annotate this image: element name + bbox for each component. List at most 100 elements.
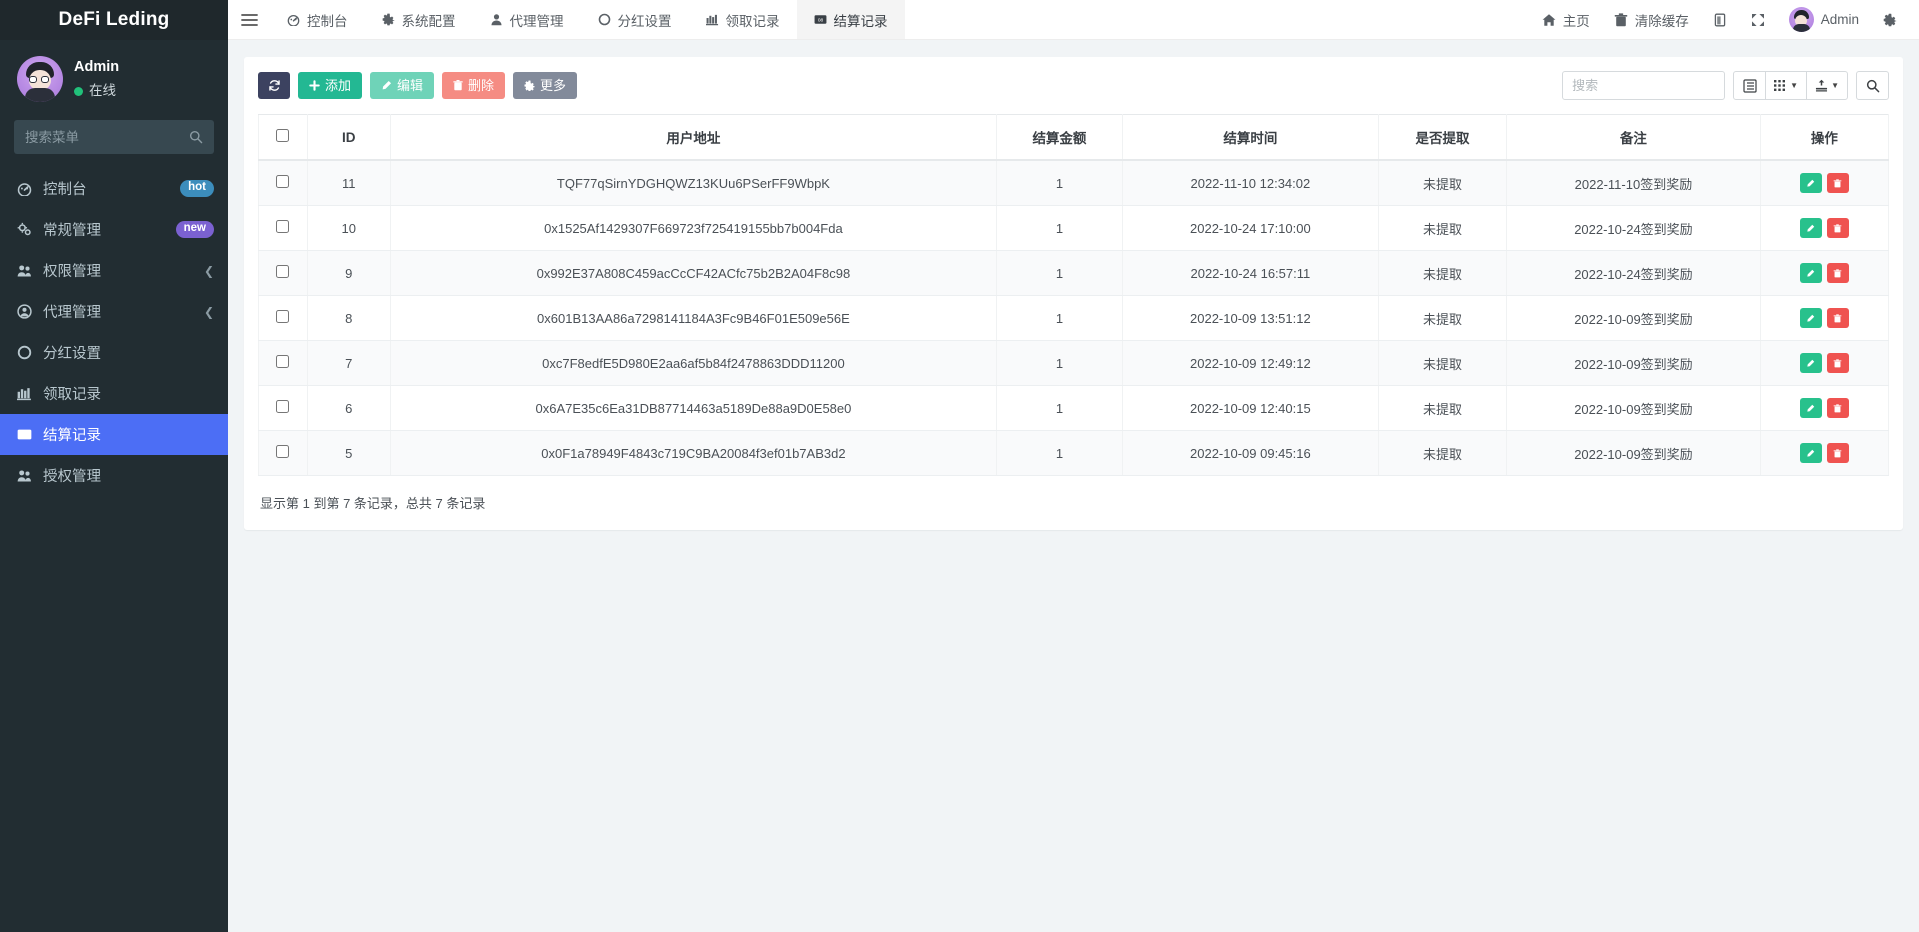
row-checkbox[interactable] (276, 220, 289, 233)
trash-icon (1833, 404, 1842, 413)
sidebar-item-label: 代理管理 (43, 301, 193, 322)
tab-1[interactable]: 控制台 (270, 0, 365, 39)
row-checkbox[interactable] (276, 400, 289, 413)
table-search-input[interactable] (1562, 71, 1725, 100)
row-delete-button[interactable] (1827, 173, 1849, 193)
row-time: 2022-10-09 13:51:12 (1122, 296, 1378, 341)
header-id[interactable]: ID (307, 115, 390, 161)
navbar-action-2[interactable]: 清除缓存 (1602, 0, 1701, 40)
row-checkbox[interactable] (276, 175, 289, 188)
tab-4[interactable]: 分红设置 (581, 0, 689, 39)
sidebar-item-label: 常规管理 (43, 219, 165, 240)
list-view-button[interactable] (1733, 71, 1766, 100)
row-delete-button[interactable] (1827, 218, 1849, 238)
more-button[interactable]: 更多 (513, 72, 577, 99)
row-delete-button[interactable] (1827, 263, 1849, 283)
table-row[interactable]: 70xc7F8edfE5D980E2aa6af5b84f2478863DDD11… (259, 341, 1889, 386)
row-actions-cell (1760, 160, 1888, 206)
brand-title: DeFi Leding (0, 0, 228, 40)
row-address: 0x0F1a78949F4843c719C9BA20084f3ef01b7AB3… (390, 431, 996, 476)
search-icon[interactable] (189, 130, 203, 144)
sidebar-item-3[interactable]: 权限管理❮ (0, 250, 228, 291)
row-delete-button[interactable] (1827, 443, 1849, 463)
header-note[interactable]: 备注 (1507, 115, 1761, 161)
row-edit-button[interactable] (1800, 443, 1822, 463)
header-time[interactable]: 结算时间 (1122, 115, 1378, 161)
row-delete-button[interactable] (1827, 398, 1849, 418)
navbar-action-6[interactable] (1871, 0, 1909, 40)
tab-2[interactable]: 系统配置 (365, 0, 473, 39)
tab-5[interactable]: 领取记录 (689, 0, 797, 39)
row-checkbox[interactable] (276, 355, 289, 368)
row-amount: 1 (997, 386, 1123, 431)
plus-icon (309, 80, 320, 91)
row-time: 2022-10-09 09:45:16 (1122, 431, 1378, 476)
sidebar-item-8[interactable]: 授权管理 (0, 455, 228, 496)
refresh-button[interactable] (258, 72, 290, 99)
tab-label: 领取记录 (726, 10, 780, 30)
row-select-cell (259, 341, 308, 386)
column-toggle-button[interactable]: ▼ (1765, 71, 1807, 100)
tab-3[interactable]: 代理管理 (473, 0, 581, 39)
tab-label: 结算记录 (834, 10, 888, 30)
row-time: 2022-10-09 12:40:15 (1122, 386, 1378, 431)
row-edit-button[interactable] (1800, 353, 1822, 373)
online-dot-icon (74, 87, 83, 96)
row-note: 2022-10-09签到奖励 (1507, 341, 1761, 386)
row-delete-button[interactable] (1827, 353, 1849, 373)
add-button[interactable]: 添加 (298, 72, 362, 99)
row-checkbox[interactable] (276, 445, 289, 458)
sidebar-item-5[interactable]: 分红设置 (0, 332, 228, 373)
header-address[interactable]: 用户地址 (390, 115, 996, 161)
navbar-action-5[interactable]: Admin (1777, 0, 1871, 40)
edit-button[interactable]: 编辑 (370, 72, 434, 99)
table-row[interactable]: 90x992E37A808C459acCcCF42ACfc75b2B2A04F8… (259, 251, 1889, 296)
search-button[interactable] (1856, 71, 1889, 100)
row-edit-button[interactable] (1800, 263, 1822, 283)
edit-icon (1806, 224, 1815, 233)
sidebar-item-4[interactable]: 代理管理❮ (0, 291, 228, 332)
sidebar-search-box[interactable] (14, 120, 214, 154)
table-row[interactable]: 100x1525Af1429307F669723f725419155bb7b00… (259, 206, 1889, 251)
row-checkbox[interactable] (276, 310, 289, 323)
sidebar-item-2[interactable]: 常规管理 new (0, 209, 228, 250)
header-drawn[interactable]: 是否提取 (1378, 115, 1506, 161)
tab-label: 分红设置 (618, 10, 672, 30)
navbar-action-3[interactable] (1701, 0, 1739, 40)
select-all-checkbox[interactable] (276, 129, 289, 142)
table-toolbar: 添加 编辑 删除 (258, 71, 1889, 100)
table-row[interactable]: 60x6A7E35c6Ea31DB87714463a5189De88a9D0E5… (259, 386, 1889, 431)
navbar-action-1[interactable]: 主页 (1530, 0, 1602, 40)
sidebar-toggle-button[interactable] (228, 0, 270, 39)
row-delete-button[interactable] (1827, 308, 1849, 328)
row-time: 2022-10-09 12:49:12 (1122, 341, 1378, 386)
records-table: ID 用户地址 结算金额 结算时间 是否提取 备注 操作 11TQF77qSir… (258, 114, 1889, 476)
tab-6[interactable]: 08结算记录 (797, 0, 905, 39)
navbar-action-4[interactable] (1739, 0, 1777, 40)
sidebar-item-1[interactable]: 控制台hot (0, 168, 228, 209)
row-edit-button[interactable] (1800, 398, 1822, 418)
avatar-icon (1789, 7, 1814, 32)
row-checkbox[interactable] (276, 265, 289, 278)
row-edit-button[interactable] (1800, 308, 1822, 328)
user-circle-icon (17, 304, 32, 319)
edit-icon (1806, 179, 1815, 188)
sidebar-badge-new: new (176, 221, 214, 238)
sidebar-item-6[interactable]: 领取记录 (0, 373, 228, 414)
row-select-cell (259, 206, 308, 251)
row-drawn: 未提取 (1378, 431, 1506, 476)
table-row[interactable]: 50x0F1a78949F4843c719C9BA20084f3ef01b7AB… (259, 431, 1889, 476)
table-row[interactable]: 11TQF77qSirnYDGHQWZ13KUu6PSerFF9WbpK1202… (259, 160, 1889, 206)
row-edit-button[interactable] (1800, 173, 1822, 193)
header-amount[interactable]: 结算金额 (997, 115, 1123, 161)
row-amount: 1 (997, 431, 1123, 476)
table-row[interactable]: 80x601B13AA86a7298141184A3Fc9B46F01E509e… (259, 296, 1889, 341)
row-address: 0x1525Af1429307F669723f725419155bb7b004F… (390, 206, 996, 251)
delete-button[interactable]: 删除 (442, 72, 505, 99)
sidebar-item-7[interactable]: 08结算记录 (0, 414, 228, 455)
row-note: 2022-10-09签到奖励 (1507, 431, 1761, 476)
row-edit-button[interactable] (1800, 218, 1822, 238)
sidebar-user-status: 在线 (74, 81, 119, 101)
export-button[interactable]: ▼ (1806, 71, 1848, 100)
row-actions-cell (1760, 206, 1888, 251)
